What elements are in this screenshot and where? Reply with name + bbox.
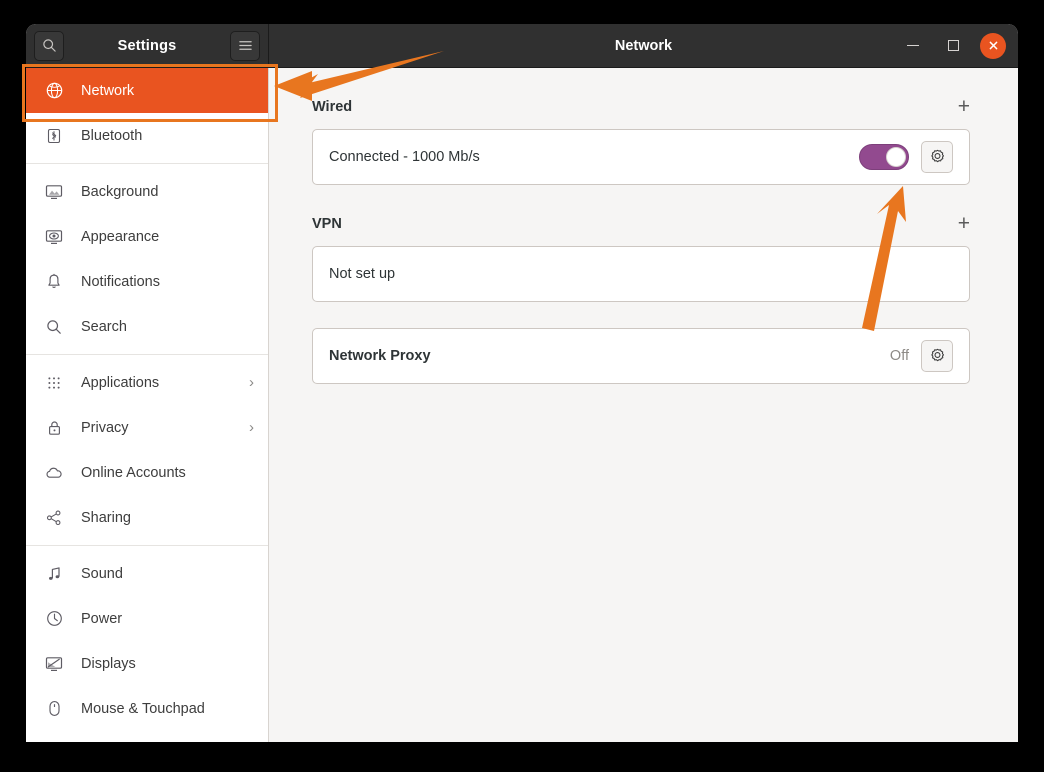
display-icon — [42, 656, 66, 672]
sidebar-item-label: Mouse & Touchpad — [81, 700, 205, 717]
app-title: Settings — [117, 37, 177, 54]
sidebar-item-displays[interactable]: Displays — [26, 641, 268, 686]
sidebar-item-label: Privacy — [81, 419, 129, 436]
sidebar-item-search[interactable]: Search — [26, 304, 268, 349]
bell-icon — [42, 273, 66, 290]
sidebar-item-applications[interactable]: Applications › — [26, 360, 268, 405]
sidebar-item-label: Sound — [81, 565, 123, 582]
lock-icon — [42, 420, 66, 436]
appearance-icon — [42, 229, 66, 245]
sidebar-item-notifications[interactable]: Notifications — [26, 259, 268, 304]
maximize-icon — [947, 40, 959, 51]
search-button[interactable] — [34, 30, 64, 61]
close-button[interactable] — [980, 32, 1006, 59]
apps-grid-icon — [42, 376, 66, 390]
menu-button[interactable] — [230, 30, 260, 61]
sidebar-item-label: Search — [81, 318, 127, 335]
search-icon — [42, 319, 66, 335]
sidebar-item-background[interactable]: Background — [26, 169, 268, 214]
music-note-icon — [42, 566, 66, 582]
hamburger-menu-icon — [238, 41, 252, 50]
sidebar-item-keyboard-shortcuts[interactable]: Keyboard Shortcuts — [26, 731, 268, 742]
wired-connection-row[interactable]: Connected - 1000 Mb/s — [312, 129, 970, 185]
settings-window: Settings Network Network Bluetooth Backg… — [26, 24, 1018, 742]
wired-controls — [859, 141, 953, 173]
content-headerbar: Network — [269, 24, 1018, 67]
sidebar-item-network[interactable]: Network — [26, 68, 268, 113]
add-wired-button[interactable]: + — [958, 96, 970, 117]
network-proxy-settings-button[interactable] — [921, 340, 953, 372]
vpn-section-header: VPN + — [312, 213, 970, 234]
wired-section-title: Wired — [312, 98, 353, 115]
wired-status-label: Connected - 1000 Mb/s — [329, 149, 480, 165]
sidebar-item-label: Notifications — [81, 273, 160, 290]
network-proxy-label: Network Proxy — [329, 348, 431, 364]
sidebar-item-sharing[interactable]: Sharing — [26, 495, 268, 540]
chevron-right-icon: › — [249, 374, 254, 391]
close-icon — [989, 41, 997, 50]
screenshot-root: Settings Network Network Bluetooth Backg… — [0, 0, 1044, 772]
sidebar-item-label: Applications — [81, 374, 160, 391]
window-body: Network Bluetooth Background Appearance … — [26, 68, 1018, 742]
sidebar-separator — [26, 545, 268, 546]
toggle-knob — [886, 147, 906, 167]
cloud-icon — [42, 466, 66, 480]
search-icon — [42, 39, 56, 52]
vpn-status-label: Not set up — [329, 266, 396, 282]
share-nodes-icon — [42, 510, 66, 526]
sidebar-item-privacy[interactable]: Privacy › — [26, 405, 268, 450]
minimize-button[interactable] — [900, 33, 926, 59]
vpn-row[interactable]: Not set up — [312, 246, 970, 302]
sidebar-item-label: Online Accounts — [81, 464, 186, 481]
bluetooth-icon — [42, 128, 66, 144]
add-vpn-button[interactable]: + — [958, 213, 970, 234]
window-titlebar: Settings Network — [26, 24, 1018, 68]
minimize-icon — [907, 44, 919, 47]
chevron-right-icon: › — [249, 419, 254, 436]
vpn-section-title: VPN — [312, 215, 342, 232]
sidebar-item-label: Power — [81, 610, 123, 627]
wired-settings-button[interactable] — [921, 141, 953, 173]
sidebar-item-label: Network — [81, 82, 135, 99]
sidebar-item-label: Bluetooth — [81, 127, 143, 144]
sidebar-headerbar: Settings — [26, 24, 269, 67]
power-icon — [42, 610, 66, 627]
sidebar-separator — [26, 354, 268, 355]
proxy-controls: Off — [890, 340, 953, 372]
window-controls — [900, 32, 1012, 59]
sidebar-item-power[interactable]: Power — [26, 596, 268, 641]
settings-sidebar[interactable]: Network Bluetooth Background Appearance … — [26, 68, 269, 742]
wired-toggle[interactable] — [859, 144, 909, 170]
sidebar-separator — [26, 163, 268, 164]
sidebar-item-online-accounts[interactable]: Online Accounts — [26, 450, 268, 495]
gear-icon — [930, 348, 944, 361]
network-proxy-status: Off — [889, 348, 909, 364]
sidebar-item-sound[interactable]: Sound — [26, 551, 268, 596]
sidebar-item-label: Background — [81, 183, 159, 200]
sidebar-item-label: Displays — [81, 655, 136, 672]
sidebar-item-appearance[interactable]: Appearance — [26, 214, 268, 259]
maximize-button[interactable] — [940, 33, 966, 59]
globe-icon — [42, 82, 66, 99]
sidebar-item-label: Sharing — [81, 509, 131, 526]
background-icon — [42, 184, 66, 200]
mouse-icon — [42, 700, 66, 717]
network-settings-panel: Wired + Connected - 1000 Mb/s VPN + Not … — [269, 68, 1018, 742]
wired-section-header: Wired + — [312, 96, 970, 117]
gear-icon — [930, 149, 944, 162]
sidebar-item-mouse-touchpad[interactable]: Mouse & Touchpad — [26, 686, 268, 731]
sidebar-item-label: Appearance — [81, 228, 160, 245]
sidebar-item-bluetooth[interactable]: Bluetooth — [26, 113, 268, 158]
network-proxy-row[interactable]: Network Proxy Off — [312, 328, 970, 384]
